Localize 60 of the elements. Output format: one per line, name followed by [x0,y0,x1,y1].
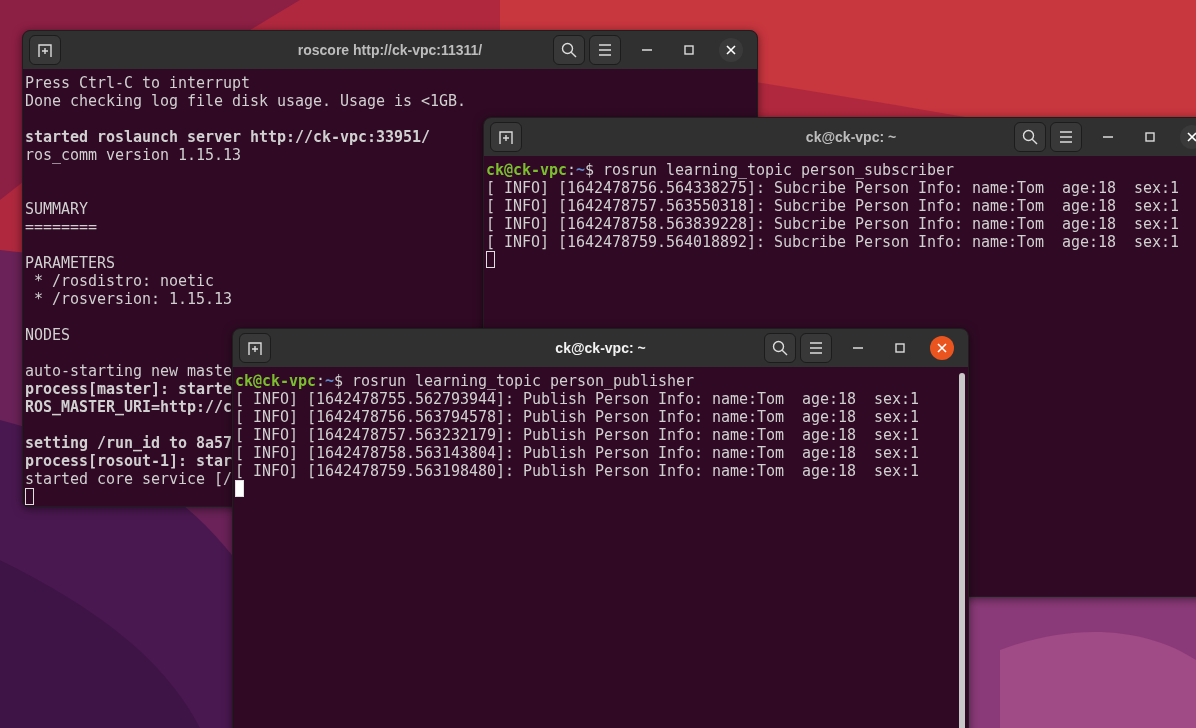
maximize-icon [1145,132,1155,142]
terminal-line: SUMMARY [25,200,88,218]
terminal-line: started core service [/ [25,470,233,488]
window-title: ck@ck-vpc: ~ [805,129,897,145]
menu-button[interactable] [800,333,832,363]
terminal-line: setting /run_id to 8a57 [25,434,233,452]
terminal-line: [ INFO] [1642478758.563143804]: Publish Person Info: name:Tom age:18 sex:1 [235,444,920,462]
terminal-line: [ INFO] [1642478757.563550318]: Subcribe Person Info: name:Tom age:18 sex:1 [486,197,1180,215]
terminal-line: Press Ctrl-C to interrupt [25,74,251,92]
menu-button[interactable] [1050,122,1082,152]
maximize-icon [684,45,694,55]
close-button[interactable] [719,38,743,62]
minimize-icon [1103,136,1113,138]
terminal-line: * /rosversion: 1.15.13 [33,290,233,308]
new-tab-button[interactable] [29,35,61,65]
terminal-line: process[master]: starte [25,380,233,398]
menu-icon [1059,131,1073,143]
terminal-line: PARAMETERS [25,254,115,272]
new-tab-icon [247,340,263,356]
terminal-line: [ INFO] [1642478759.563198480]: Publish Person Info: name:Tom age:18 sex:1 [235,462,920,480]
search-icon [1022,129,1038,145]
terminal-line: [ INFO] [1642478756.563794578]: Publish Person Info: name:Tom age:18 sex:1 [235,408,920,426]
close-icon [726,45,736,55]
search-icon [772,340,788,356]
terminal-line: started roslaunch server http://ck-vpc:33951/ [25,128,431,146]
terminal-line: auto-starting new maste [25,362,233,380]
terminal-line: [ INFO] [1642478759.564018892]: Subcribe Person Info: name:Tom age:18 sex:1 [486,233,1180,251]
new-tab-button[interactable] [239,333,271,363]
menu-button[interactable] [589,35,621,65]
scrollbar[interactable] [959,373,965,728]
minimize-icon [642,49,652,51]
terminal-line: process[rosout-1]: star [25,452,233,470]
terminal-line: NODES [25,326,70,344]
window-title: roscore http://ck-vpc:11311/ [297,42,483,58]
new-tab-button[interactable] [490,122,522,152]
prompt-line: ck@ck-vpc:~$ rosrun learning_topic person_publisher [235,372,695,390]
terminal-line: [ INFO] [1642478758.563839228]: Subcribe Person Info: name:Tom age:18 sex:1 [486,215,1180,233]
search-button[interactable] [1014,122,1046,152]
new-tab-icon [37,42,53,58]
terminal-line: ======== [25,218,97,236]
terminal-line: Done checking log file disk usage. Usage is <1GB. [25,92,467,110]
close-button[interactable] [930,336,954,360]
terminal-line: [ INFO] [1642478757.563232179]: Publish Person Info: name:Tom age:18 sex:1 [235,426,920,444]
close-icon [1187,132,1196,142]
minimize-icon [853,347,863,349]
menu-icon [598,44,612,56]
terminal-line: [ INFO] [1642478756.564338275]: Subcribe Person Info: name:Tom age:18 sex:1 [486,179,1180,197]
prompt-line: ck@ck-vpc:~$ rosrun learning_topic person_subscriber [486,161,955,179]
menu-icon [809,342,823,354]
window-title: ck@ck-vpc: ~ [555,340,646,356]
search-icon [561,42,577,58]
maximize-icon [895,343,905,353]
terminal-line: * /rosdistro: noetic [33,272,215,290]
new-tab-icon [498,129,514,145]
terminal-line: [ INFO] [1642478755.562793944]: Publish Person Info: name:Tom age:18 sex:1 [235,390,920,408]
terminal-line: ros_comm version 1.15.13 [25,146,242,164]
search-button[interactable] [553,35,585,65]
terminal-line: ROS_MASTER_URI=http://c [25,398,233,416]
close-icon [937,343,947,353]
search-button[interactable] [764,333,796,363]
